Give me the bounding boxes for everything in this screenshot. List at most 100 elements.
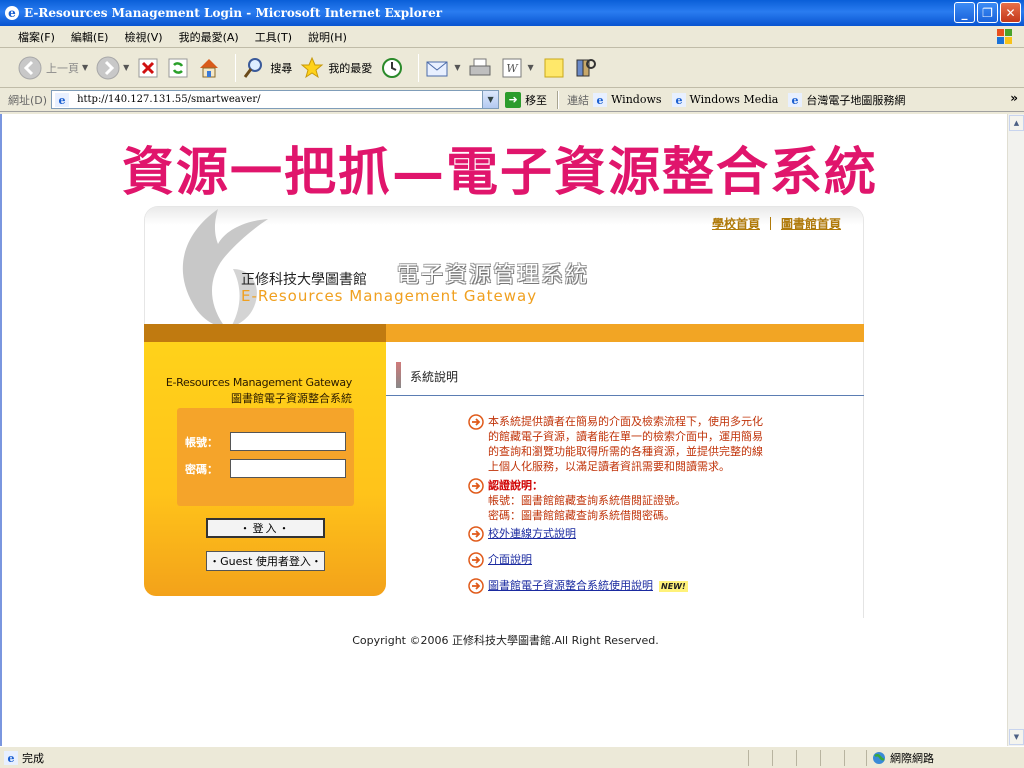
system-name: 電子資源管理系統: [397, 263, 590, 288]
menu-file[interactable]: 檔案(F): [18, 29, 55, 45]
forward-dropdown-icon[interactable]: ▼: [123, 63, 129, 72]
edit-dropdown-icon[interactable]: ▼: [527, 63, 533, 72]
menu-view[interactable]: 檢視(V): [124, 29, 162, 45]
scroll-down-icon[interactable]: ▼: [1009, 729, 1024, 745]
forward-arrow-icon: [96, 56, 120, 79]
link-ie-icon: e: [593, 92, 608, 107]
arrow-circle-icon: [468, 578, 484, 594]
system-english-name: E-Resources Management Gateway: [241, 287, 538, 305]
refresh-button[interactable]: [167, 52, 189, 84]
page-viewport: 資源一把抓—電子資源整合系統 學校首頁 圖書館首頁 正修科技大學圖書館 電子資源…: [0, 114, 1007, 746]
research-icon: [576, 58, 596, 76]
menu-tools[interactable]: 工具(T): [255, 29, 292, 45]
arrow-circle-icon: [468, 552, 484, 568]
mail-button[interactable]: ▼: [425, 52, 460, 84]
back-button[interactable]: 上一頁 ▼: [18, 52, 88, 84]
back-arrow-icon: [18, 56, 42, 79]
arrow-circle-icon: [468, 526, 484, 542]
info-panel: 系統說明 本系統提供讀者在簡易的介面及檢索流程下，使用多元化 的館藏電子資源，讀…: [386, 342, 864, 618]
password-input[interactable]: [230, 459, 346, 478]
page-banner: 資源一把抓—電子資源整合系統: [122, 142, 879, 203]
print-button[interactable]: [468, 52, 492, 84]
restore-button[interactable]: ❐: [977, 2, 998, 23]
svg-text:e: e: [597, 94, 604, 107]
vertical-scrollbar[interactable]: ▲ ▼: [1007, 114, 1024, 746]
svg-text:e: e: [675, 94, 682, 107]
svg-text:e: e: [8, 752, 15, 765]
search-button[interactable]: 搜尋: [242, 52, 292, 84]
interface-item: 介面說明: [468, 552, 532, 568]
interface-link[interactable]: 介面說明: [488, 552, 532, 568]
link-windows-label: Windows: [611, 93, 662, 106]
intro-line-2: 的館藏電子資源，讀者能在單一的檢索介面中，運用簡易: [488, 430, 763, 443]
svg-text:e: e: [59, 94, 66, 107]
account-input[interactable]: [230, 432, 346, 451]
mail-icon: [426, 61, 448, 76]
library-name: 正修科技大學圖書館: [241, 272, 367, 288]
title-bar: e E-Resources Management Login - Microso…: [0, 0, 1024, 26]
security-zone: 網際網路: [872, 750, 934, 766]
forward-button[interactable]: ▼: [96, 52, 129, 84]
globe-icon: [873, 752, 885, 764]
minimize-button[interactable]: _: [954, 2, 975, 23]
menu-help[interactable]: 說明(H): [308, 29, 347, 45]
scroll-up-icon[interactable]: ▲: [1009, 115, 1024, 131]
address-dropdown-icon[interactable]: ▼: [482, 91, 499, 108]
go-arrow-icon: ➜: [505, 91, 522, 108]
svg-text:e: e: [8, 6, 16, 20]
link-ie-icon: e: [788, 92, 803, 107]
back-dropdown-icon[interactable]: ▼: [82, 63, 88, 72]
mail-dropdown-icon[interactable]: ▼: [454, 63, 460, 72]
links-overflow-icon[interactable]: »: [1010, 91, 1018, 105]
copyright: Copyright ©2006 正修科技大學圖書館.All Right Rese…: [352, 634, 659, 647]
menu-favorites[interactable]: 我的最愛(A): [179, 29, 239, 45]
link-ie-icon: e: [671, 92, 686, 107]
arrow-circle-icon: [468, 478, 484, 494]
login-title-zh: 圖書館電子資源整合系統: [231, 392, 352, 405]
favorites-button[interactable]: 我的最愛: [300, 52, 372, 84]
close-button[interactable]: ✕: [1000, 2, 1021, 23]
windows-logo-icon: [997, 29, 1012, 44]
history-button[interactable]: [380, 52, 404, 84]
link-taiwan-map[interactable]: e 台灣電子地圖服務網: [788, 92, 905, 108]
window-title: E-Resources Management Login - Microsoft…: [24, 6, 443, 20]
guest-login-button[interactable]: ・Guest 使用者登入・: [206, 551, 325, 571]
stop-icon: [138, 58, 158, 77]
page-ie-icon: e: [55, 92, 70, 107]
intro-item: 本系統提供讀者在簡易的介面及檢索流程下，使用多元化 的館藏電子資源，讀者能在單一…: [468, 414, 763, 474]
research-button[interactable]: [574, 52, 598, 84]
intro-line-3: 的查詢和瀏覽功能取得所需的各種資源，並提供完整的線: [488, 445, 763, 458]
info-heading-text: 系統說明: [410, 370, 459, 384]
svg-text:e: e: [792, 94, 799, 107]
auth-account-line: 帳號：圖書館館藏查詢系統借閱証證號。: [488, 494, 686, 507]
address-url: http://140.127.131.55/smartweaver/: [77, 94, 261, 105]
info-heading: 系統說明: [386, 358, 864, 396]
stop-button[interactable]: [137, 52, 159, 84]
links-label: 連結: [567, 93, 590, 107]
login-button[interactable]: ・登入・: [206, 518, 325, 538]
library-logo-icon: [182, 209, 268, 324]
svg-text:W: W: [507, 62, 520, 75]
home-button[interactable]: [197, 52, 221, 84]
manual-link[interactable]: 圖書館電子資源整合系統使用說明: [488, 578, 653, 594]
login-panel: E-Resources Management Gateway 圖書館電子資源整合…: [144, 342, 386, 596]
printer-icon: [469, 58, 491, 75]
new-badge: NEW!: [659, 580, 688, 592]
intro-line-4: 上個人化服務，以滿足讀者資訊需要和閱讀需求。: [488, 460, 730, 473]
manual-item: 圖書館電子資源整合系統使用說明 NEW!: [468, 578, 688, 594]
refresh-icon: [168, 58, 188, 77]
link-windows-media[interactable]: e Windows Media: [671, 92, 778, 107]
school-home-link[interactable]: 學校首頁: [712, 215, 760, 232]
address-bar: 網址(D) e http://140.127.131.55/smartweave…: [0, 88, 1024, 112]
login-title-en: E-Resources Management Gateway: [165, 376, 352, 389]
status-bar: e 完成 網際網路: [0, 746, 1024, 768]
address-input[interactable]: e http://140.127.131.55/smartweaver/ ▼: [51, 90, 500, 109]
menu-edit[interactable]: 編輯(E): [71, 29, 109, 45]
discuss-button[interactable]: [542, 52, 566, 84]
offcampus-link[interactable]: 校外連線方式說明: [488, 526, 576, 542]
link-windows[interactable]: e Windows: [593, 92, 662, 107]
word-icon: W: [502, 58, 522, 77]
edit-button[interactable]: W ▼: [500, 52, 534, 84]
go-button[interactable]: ➜ 移至: [505, 91, 547, 108]
library-home-link[interactable]: 圖書館首頁: [781, 215, 841, 232]
